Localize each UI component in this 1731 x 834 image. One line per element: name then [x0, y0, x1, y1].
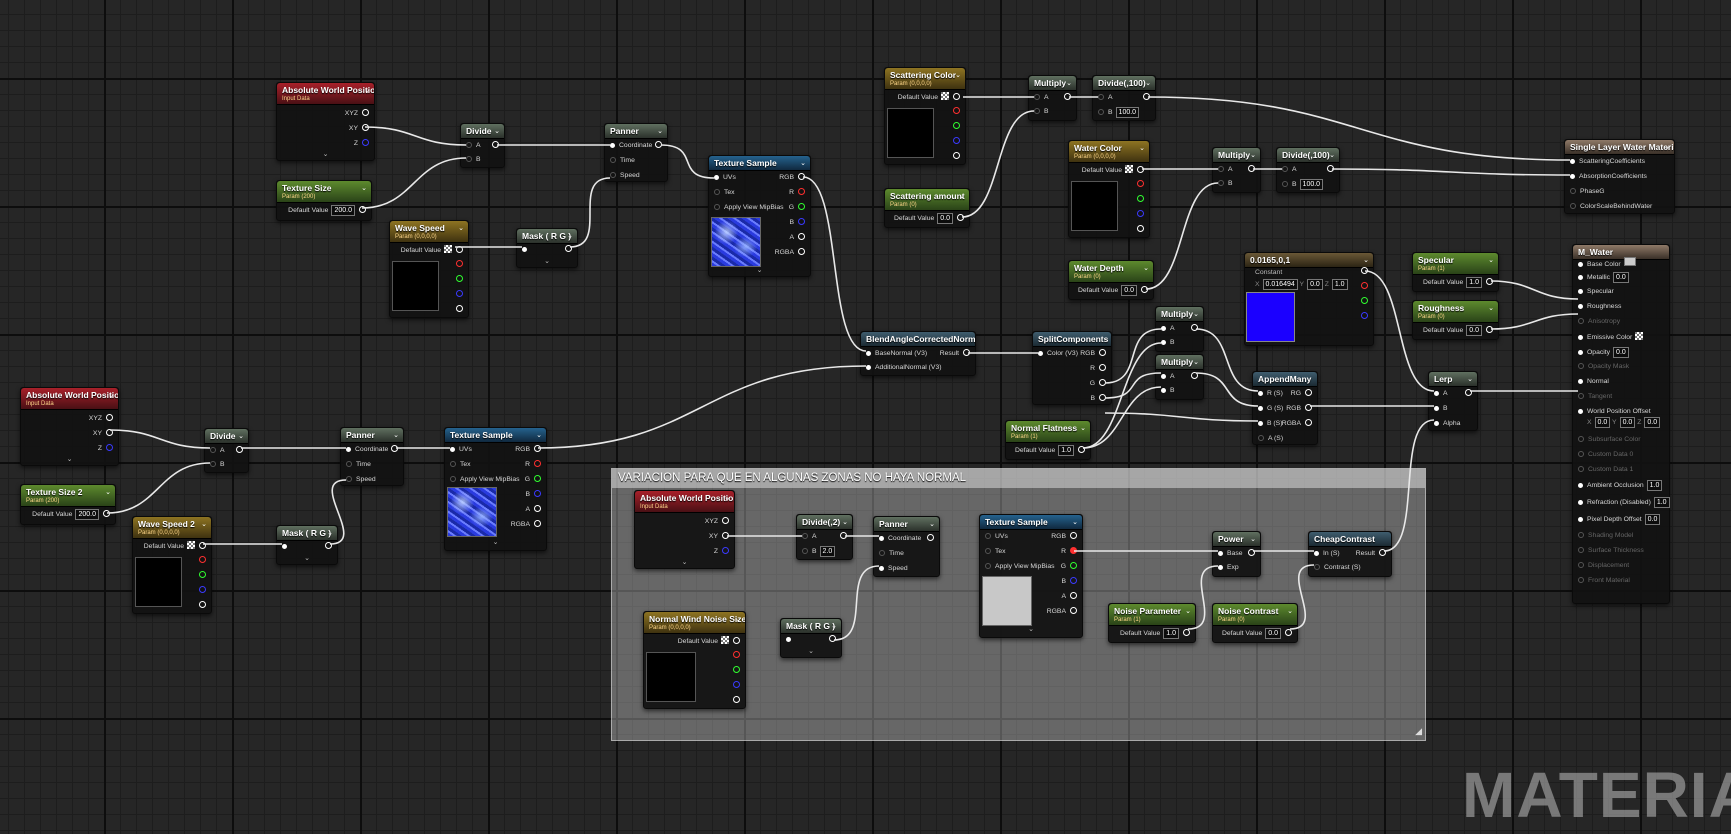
node-divide-100-b[interactable]: Divide(,100) ⌄ A B 100.0 [1276, 147, 1340, 193]
node-water-depth[interactable]: Water Depth Param (0) ⌄ Default Value 0.0 [1068, 260, 1154, 300]
node-texture-sample-2[interactable]: Texture Sample ⌄ UVs Tex Apply View MipBi… [444, 427, 547, 551]
wire-34[interactable] [1490, 313, 1579, 330]
wire-1[interactable] [361, 157, 467, 209]
chevron-down-icon[interactable]: ⌄ [364, 86, 370, 94]
wire-8[interactable] [106, 462, 211, 514]
comment-title[interactable]: VARIACION PARA QUE EN ALGUNAS ZONAS NO H… [612, 469, 1425, 488]
wire-5[interactable] [660, 144, 715, 179]
node-split-components[interactable]: SplitComponents Color (V3) RGB R G B [1032, 331, 1112, 405]
chevron-down-icon[interactable]: ⌄ [517, 257, 577, 265]
wire-7[interactable] [109, 429, 211, 449]
node-absolute-world-position-1[interactable]: Absolute World Position Input Data ⌄ XYZ X… [276, 82, 375, 161]
wire-13[interactable] [537, 365, 867, 449]
node-divide-2-param[interactable]: Divide(,2) ⌄ A B 2.0 [796, 514, 853, 560]
node-noise-contrast[interactable]: Noise Contrast Param (0) ⌄ Default Value 0.… [1212, 603, 1298, 643]
node-mask-1[interactable]: Mask ( R G ) ⌄ ⌄ [516, 228, 578, 268]
node-absolute-world-position-3[interactable]: Absolute World Position Input Data ⌄ XYZ X… [634, 490, 735, 569]
wire-0[interactable] [364, 126, 467, 146]
node-panner-1[interactable]: Panner ⌄ Coordinate Time Speed [604, 123, 668, 182]
pin-out[interactable] [488, 141, 499, 150]
wire-23[interactable] [1104, 328, 1162, 384]
node-roughness[interactable]: Roughness Param (0) ⌄ Default Value 0.0 [1412, 300, 1499, 340]
node-scattering-amount[interactable]: Scattering amount Param (0) ⌄ Default Valu… [884, 188, 970, 228]
node-append-many[interactable]: AppendMany R (S) G (S) B (S) A (S) RG RG… [1252, 371, 1318, 445]
node-blend-angle-corrected-normals[interactable]: BlendAngleCorrectedNormals BaseNormal (V… [860, 331, 976, 376]
wire-28[interactable] [1195, 372, 1259, 407]
node-normal-flatness[interactable]: Normal Flatness Param (1) ⌄ Default Value 1… [1005, 420, 1091, 460]
wire-19[interactable] [1145, 182, 1219, 290]
chevron-down-icon[interactable]: ⌄ [277, 150, 374, 158]
color-swatch [392, 261, 439, 311]
constant-label: Constant [1255, 269, 1283, 276]
node-cheap-contrast[interactable]: CheapContrast In (S) Contrast (S) Result [1308, 531, 1392, 577]
node-texture-size[interactable]: Texture Size Param (200) ⌄ Default Value 20… [276, 180, 372, 221]
wire-21[interactable] [1331, 168, 1571, 176]
node-m-water[interactable]: M_Water Base Color Metallic 0.0 Specular … [1572, 244, 1670, 604]
node-divide-1[interactable]: Divide ⌄ A B [460, 123, 505, 168]
wire-6[interactable] [802, 176, 867, 352]
pin-z[interactable]: Z [354, 139, 369, 148]
node-divide-100-a[interactable]: Divide(,100) ⌄ A B 100.0 [1092, 75, 1156, 121]
constant-color-swatch [1246, 292, 1295, 342]
node-scattering-color[interactable]: Scattering Color Param (0,0,0,0) ⌄ Default… [884, 67, 966, 165]
wire-33[interactable] [1490, 280, 1579, 300]
pin-b[interactable]: B [466, 155, 481, 164]
node-panner-2[interactable]: Panner ⌄ Coordinate Time Speed [340, 427, 404, 486]
node-multiply-1[interactable]: Multiply ⌄ A B [1028, 75, 1077, 121]
texture-preview [711, 217, 761, 267]
watermark: MATERIAL [1462, 759, 1731, 831]
pin-a[interactable]: A [466, 141, 481, 150]
node-mask-3[interactable]: Mask ( R G ) ⌄ ⌄ [780, 618, 842, 658]
node-panner-3[interactable]: Panner ⌄ Coordinate Time Speed [873, 516, 940, 577]
wire-29[interactable] [1104, 412, 1259, 422]
chevron-down-icon[interactable]: ⌄ [361, 184, 367, 192]
node-texture-sample-3[interactable]: Texture Sample ⌄ UVs Tex Apply View MipBi… [979, 514, 1083, 638]
node-texture-size-2[interactable]: Texture Size 2 Param (200) ⌄ Default Value… [20, 484, 116, 525]
node-specular[interactable]: Specular Param (1) ⌄ Default Value 1.0 [1412, 252, 1499, 292]
node-single-layer-water-material[interactable]: Single Layer Water Material ⌄ ScatteringC… [1564, 139, 1675, 214]
node-constant3-vector[interactable]: 0.0165,0,1 ⌄ Constant X 0.016494 Y 0.0 Z 1.0 [1244, 252, 1374, 346]
node-multiply-3[interactable]: Multiply ⌄ A B [1155, 306, 1204, 352]
default-value[interactable]: Default Value 200.0 [288, 205, 366, 216]
node-normal-wind-noise-size[interactable]: Normal Wind Noise Size Param (0,0,0,0) ⌄ D… [643, 611, 746, 709]
wire-24[interactable] [1104, 372, 1162, 399]
resize-grip-icon[interactable]: ◢ [1415, 726, 1422, 737]
node-wave-speed[interactable]: Wave Speed Param (0,0,0,0) ⌄ Default Value [389, 220, 469, 318]
node-noise-parameter[interactable]: Noise Parameter Param (1) ⌄ Default Value 1… [1108, 603, 1196, 643]
node-wave-speed-2[interactable]: Wave Speed 2 Param (0,0,0,0) ⌄ Default Val… [132, 516, 212, 614]
wire-15[interactable] [961, 110, 1035, 218]
constant-xyz-fields[interactable]: X 0.016494 Y 0.0 Z 1.0 [1255, 279, 1348, 290]
node-water-color[interactable]: Water Color Param (0,0,0,0) ⌄ Default Valu… [1068, 140, 1150, 238]
node-mask-2[interactable]: Mask ( R G ) ⌄ ⌄ [276, 525, 338, 565]
node-power[interactable]: Power ⌄ Base Exp [1212, 531, 1261, 577]
pin-xy[interactable]: XY [349, 124, 369, 133]
pin-xyz[interactable]: XYZ [345, 109, 369, 118]
node-multiply-4[interactable]: Multiply ⌄ A B [1155, 354, 1204, 400]
node-multiply-2[interactable]: Multiply ⌄ A B [1212, 147, 1261, 193]
chevron-down-icon[interactable]: ⌄ [709, 266, 810, 274]
node-texture-sample-1[interactable]: Texture Sample ⌄ UVs Tex Apply View MipBi… [708, 155, 811, 277]
node-divide-2[interactable]: Divide ⌄ A B [204, 428, 249, 473]
default-value[interactable]: Default Value [401, 245, 463, 255]
node-absolute-world-position-2[interactable]: Absolute World Position Input Data ⌄ XYZ X… [20, 387, 119, 466]
node-lerp[interactable]: Lerp ⌄ A B Alpha [1428, 371, 1478, 431]
